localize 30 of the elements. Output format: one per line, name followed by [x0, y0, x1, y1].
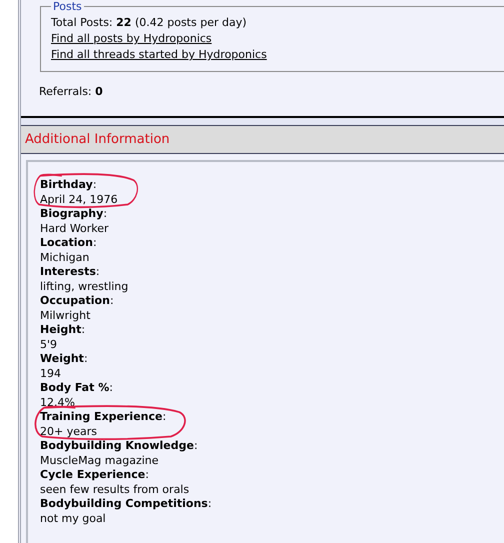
field-label: Body Fat %: [40, 381, 113, 396]
field-label: Cycle Experience: [40, 468, 150, 482]
field-value: MuscleMag magazine [40, 454, 160, 468]
field-value: Michigan [40, 250, 90, 265]
referrals-text: Referrals: 0 [39, 84, 104, 100]
total-posts-text: Total Posts: 22 (0.42 posts per day) [51, 15, 248, 31]
field-value: 12.4% [40, 396, 76, 410]
field-value: lifting, wrestling [40, 280, 128, 294]
field-label: Bodybuilding Competitions: [40, 497, 212, 512]
field-label: Interests: [40, 265, 101, 280]
field-label: Bodybuilding Knowledge: [40, 439, 198, 454]
field-value: 20+ years [40, 424, 98, 439]
field-value: 5'9 [40, 338, 58, 352]
group-legend: Posts [51, 0, 84, 13]
field-label: Occupation: [40, 294, 114, 308]
field-value: 194 [40, 366, 62, 381]
search-link[interactable]: Find all threads started by Hydroponics [51, 48, 267, 61]
search-link[interactable]: Find all posts by Hydroponics [51, 32, 212, 45]
field-value: seen few results from orals [40, 482, 190, 497]
field-value: not my goal [40, 512, 107, 526]
field-label: Training Experience: [40, 410, 166, 424]
field-label: Height: [40, 323, 86, 338]
field-value: Hard Worker [40, 222, 109, 236]
field-value: Milwright [40, 308, 92, 323]
field-label: Birthday: [40, 178, 98, 192]
field-label: Location: [40, 236, 97, 250]
field-label: Biography: [40, 207, 108, 222]
section-title: Additional Information [25, 132, 170, 147]
field-value: April 24, 1976 [40, 192, 118, 207]
field-label: Weight: [40, 352, 88, 366]
